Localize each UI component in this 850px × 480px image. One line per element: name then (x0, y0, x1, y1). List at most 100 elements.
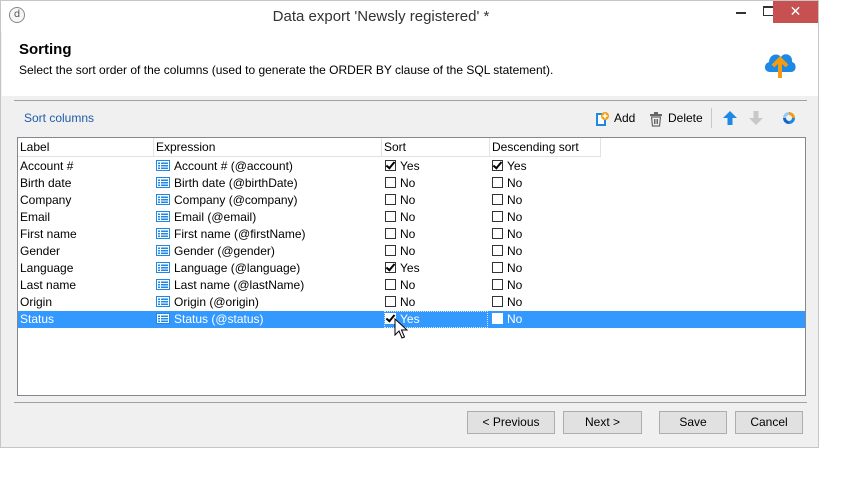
row-expression: Origin (@origin) (156, 294, 259, 311)
sort-value: Yes (400, 159, 420, 173)
descending-sort-value: No (507, 244, 523, 258)
table-row[interactable]: Gender Gender (@gender) No No (18, 243, 805, 260)
column-header-sort[interactable]: Sort (382, 138, 490, 157)
sort-checkbox[interactable] (385, 296, 396, 307)
row-descending-sort: No (492, 226, 522, 243)
row-descending-sort: No (492, 209, 522, 226)
sort-checkbox[interactable] (385, 211, 396, 222)
arrow-up-icon[interactable] (722, 110, 738, 126)
row-expression: Status (@status) (156, 311, 264, 328)
row-label: First name (20, 227, 77, 241)
row-expression-text: Language (@language) (174, 261, 301, 275)
row-expression-text: Account # (@account) (174, 159, 293, 173)
close-icon: ✕ (789, 4, 802, 20)
row-sort: No (385, 209, 415, 226)
row-expression-text: Last name (@lastName) (174, 278, 305, 292)
sort-columns-grid[interactable]: Label Expression Sort Descending sort Ac… (17, 137, 806, 396)
column-header-label[interactable]: Label (18, 138, 154, 157)
list-icon (156, 193, 170, 205)
list-icon (156, 295, 170, 307)
descending-sort-checkbox[interactable] (492, 177, 503, 188)
table-row[interactable]: Email Email (@email) No No (18, 209, 805, 226)
descending-sort-checkbox[interactable] (492, 194, 503, 205)
next-label: Next > (584, 415, 620, 429)
sort-checkbox[interactable] (385, 279, 396, 290)
table-row[interactable]: Account # Account # (@account) Yes Yes (18, 158, 805, 175)
arrow-down-icon[interactable] (748, 110, 764, 126)
row-label: Email (20, 210, 51, 224)
title-bar[interactable]: d Data export 'Newsly registered' * ✕ (1, 1, 818, 32)
descending-sort-value: No (507, 278, 523, 292)
descending-sort-checkbox[interactable] (492, 279, 503, 290)
row-expression-text: Birth date (@birthDate) (174, 176, 298, 190)
sort-value: No (400, 210, 416, 224)
column-header-expression[interactable]: Expression (154, 138, 382, 157)
sort-checkbox[interactable] (385, 194, 396, 205)
row-expression: Birth date (@birthDate) (156, 175, 298, 192)
save-button[interactable]: Save (659, 411, 727, 434)
list-icon (156, 244, 170, 256)
row-descending-sort: No (492, 311, 522, 328)
row-descending-sort: No (492, 192, 522, 209)
minimize-icon (736, 12, 746, 14)
descending-sort-checkbox[interactable] (492, 262, 503, 273)
table-row[interactable]: First name First name (@firstName) No No (18, 226, 805, 243)
descending-sort-checkbox[interactable] (492, 296, 503, 307)
row-sort: No (385, 277, 415, 294)
row-descending-sort: No (492, 277, 522, 294)
header-divider (14, 100, 807, 101)
sort-value: No (400, 278, 416, 292)
descending-sort-checkbox[interactable] (492, 160, 503, 171)
row-label: Birth date (20, 176, 72, 190)
table-row[interactable]: Birth date Birth date (@birthDate) No No (18, 175, 805, 192)
row-descending-sort: No (492, 294, 522, 311)
descending-sort-value: No (507, 261, 523, 275)
previous-button[interactable]: < Previous (467, 411, 555, 434)
sort-checkbox[interactable] (385, 245, 396, 256)
row-expression: Language (@language) (156, 260, 300, 277)
row-label: Company (20, 193, 72, 207)
row-expression-text: Gender (@gender) (174, 244, 275, 258)
row-label: Last name (20, 278, 77, 292)
delete-button[interactable]: Delete (648, 108, 703, 128)
descending-sort-value: Yes (507, 159, 527, 173)
row-expression: Company (@company) (156, 192, 298, 209)
descending-sort-value: No (507, 176, 523, 190)
column-header-descending-sort[interactable]: Descending sort (490, 138, 601, 157)
table-row[interactable]: Last name Last name (@lastName) No No (18, 277, 805, 294)
descending-sort-checkbox[interactable] (492, 245, 503, 256)
list-icon (156, 261, 170, 273)
descending-sort-value: No (507, 227, 523, 241)
table-row[interactable]: Origin Origin (@origin) No No (18, 294, 805, 311)
sort-checkbox[interactable] (385, 228, 396, 239)
page-description: Select the sort order of the columns (us… (19, 63, 554, 77)
sort-columns-label: Sort columns (24, 111, 95, 125)
mouse-cursor-icon (394, 318, 408, 339)
cloud-upload-icon (764, 54, 796, 78)
add-icon (596, 111, 609, 126)
descending-sort-checkbox[interactable] (492, 228, 503, 239)
row-expression-text: Origin (@origin) (174, 295, 259, 309)
row-sort: Yes (385, 158, 420, 175)
row-sort: No (385, 175, 415, 192)
next-button[interactable]: Next > (563, 411, 642, 434)
row-label: Status (20, 312, 55, 326)
sort-value: No (400, 244, 416, 258)
window-title: Data export 'Newsly registered' * (272, 8, 490, 25)
table-row[interactable]: Status Status (@status) Yes No (18, 311, 805, 328)
minimize-button[interactable] (727, 1, 755, 23)
descending-sort-checkbox[interactable] (492, 313, 503, 324)
close-button[interactable]: ✕ (773, 1, 818, 23)
refresh-icon[interactable] (781, 110, 797, 126)
sort-checkbox[interactable] (385, 262, 396, 273)
list-icon (156, 227, 170, 239)
table-row[interactable]: Language Language (@language) Yes No (18, 260, 805, 277)
sort-checkbox[interactable] (385, 160, 396, 171)
sort-checkbox[interactable] (385, 177, 396, 188)
descending-sort-value: No (507, 193, 523, 207)
table-row[interactable]: Company Company (@company) No No (18, 192, 805, 209)
cancel-button[interactable]: Cancel (735, 411, 803, 434)
descending-sort-checkbox[interactable] (492, 211, 503, 222)
add-button[interactable]: Add (594, 108, 635, 128)
sort-value: No (400, 227, 416, 241)
